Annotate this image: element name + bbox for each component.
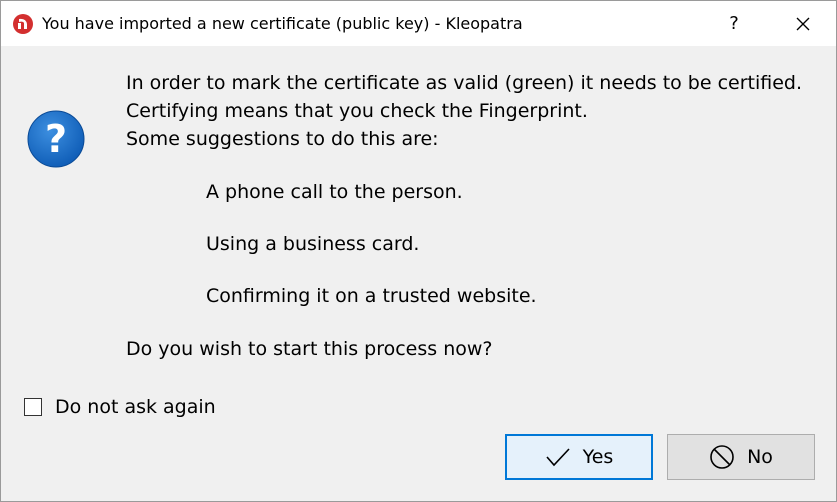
title-bar: You have imported a new certificate (pub… [1,1,836,46]
checkbox-label: Do not ask again [55,396,216,418]
kleopatra-icon [13,14,33,34]
close-icon [796,17,810,30]
do-not-ask-again-checkbox[interactable]: Do not ask again [24,393,216,421]
close-button[interactable] [780,1,826,46]
yes-button-label: Yes [582,446,614,468]
suggestion-business-card: Using a business card. [206,233,420,255]
message-line-2: Certifying means that you check the Fing… [126,100,588,122]
no-button[interactable]: No [667,434,815,480]
question-glyph: ? [45,117,67,161]
no-button-label: No [747,446,773,468]
checkmark-icon [546,448,570,467]
kleopatra-dialog: You have imported a new certificate (pub… [0,0,837,502]
suggestion-trusted-website: Confirming it on a trusted website. [206,285,537,307]
help-button[interactable]: ? [711,1,757,46]
help-label: ? [729,13,739,34]
question-icon: ? [27,110,85,168]
yes-button[interactable]: Yes [505,434,653,480]
window-title: You have imported a new certificate (pub… [42,14,523,33]
checkbox-box[interactable] [24,398,42,416]
message-line-1: In order to mark the certificate as vali… [126,72,803,94]
no-entry-icon [710,445,734,469]
suggestion-phone-call: A phone call to the person. [206,181,463,203]
message-line-3: Some suggestions to do this are: [126,128,439,150]
message-prompt: Do you wish to start this process now? [126,338,493,360]
